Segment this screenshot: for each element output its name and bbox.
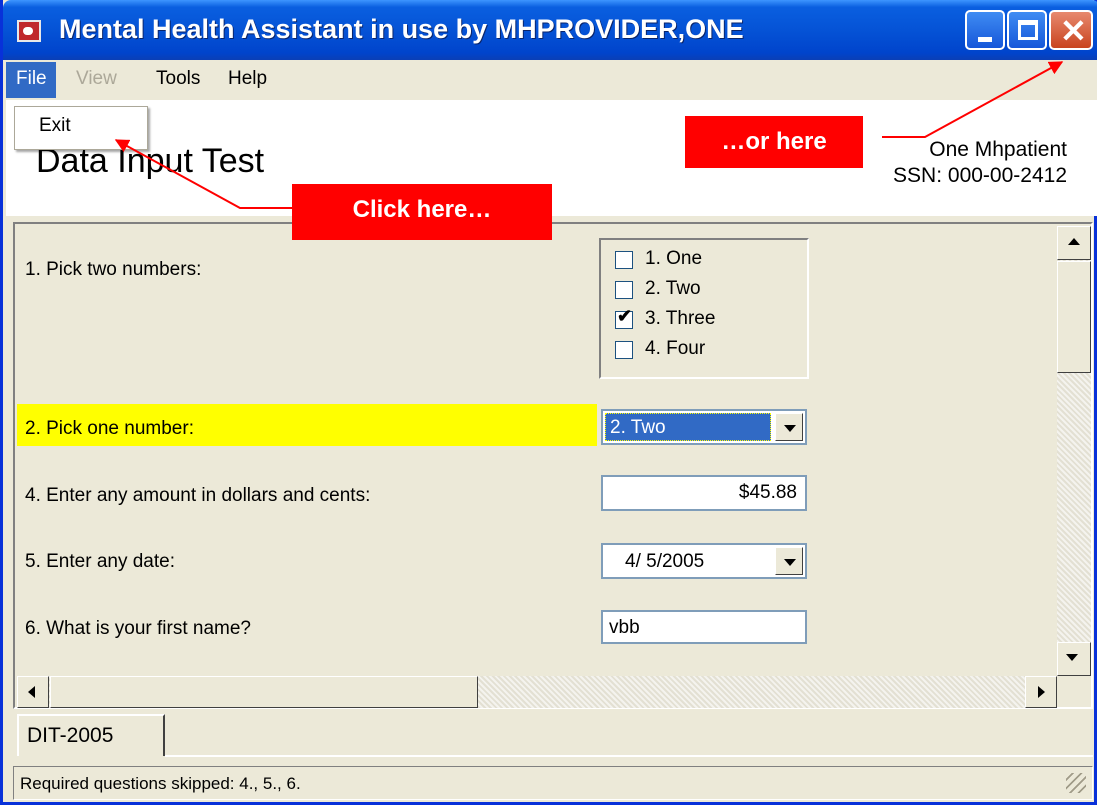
date-value: 4/ 5/2005 xyxy=(625,551,705,572)
date-picker[interactable]: 4/ 5/2005 xyxy=(601,543,807,579)
menu-help[interactable]: Help xyxy=(228,68,267,90)
chevron-down-icon xyxy=(1066,654,1078,661)
checkbox[interactable] xyxy=(615,251,633,269)
checkbox[interactable] xyxy=(615,281,633,299)
annotation-callout-or-here: …or here xyxy=(685,116,863,168)
checkbox[interactable] xyxy=(615,341,633,359)
number-select-value: 2. Two xyxy=(605,413,771,441)
tab-divider xyxy=(165,755,1093,757)
app-window: Mental Health Assistant in use by MHPROV… xyxy=(0,0,1097,805)
menu-item-exit[interactable]: Exit xyxy=(39,115,71,137)
resize-grip-icon[interactable] xyxy=(1066,773,1086,793)
chevron-left-icon xyxy=(28,686,35,698)
scroll-left-button[interactable] xyxy=(17,676,49,708)
file-menu-dropdown: Exit xyxy=(14,106,148,150)
option-label: 2. Two xyxy=(645,278,701,299)
question-5-label: 5. Enter any date: xyxy=(25,551,175,572)
tab-dit-2005[interactable]: DIT-2005 xyxy=(17,714,165,756)
question-4-label: 4. Enter any amount in dollars and cents… xyxy=(25,485,371,506)
close-button[interactable]: ✕ xyxy=(1049,10,1093,50)
question-1-label: 1. Pick two numbers: xyxy=(25,259,202,280)
amount-field[interactable]: $45.88 xyxy=(601,475,807,511)
option-label: 1. One xyxy=(645,248,703,269)
menu-bar: File View Tools Help xyxy=(6,60,1097,100)
app-icon[interactable] xyxy=(17,20,41,42)
annotation-callout-click-here: Click here… xyxy=(292,184,552,240)
horizontal-scroll-thumb[interactable] xyxy=(50,676,478,708)
chevron-right-icon xyxy=(1038,686,1045,698)
checkbox-checked[interactable]: ✔ xyxy=(615,306,633,329)
vertical-scrollbar[interactable] xyxy=(1057,226,1091,676)
maximize-icon xyxy=(1018,20,1038,40)
question-2-label: 2. Pick one number: xyxy=(25,418,194,439)
date-dropdown-button[interactable] xyxy=(775,547,803,575)
window-title: Mental Health Assistant in use by MHPROV… xyxy=(59,14,744,44)
menu-file[interactable]: File xyxy=(6,62,56,98)
option-label: 3. Three xyxy=(645,308,716,329)
dropdown-button[interactable] xyxy=(775,413,803,441)
title-bar[interactable]: Mental Health Assistant in use by MHPROV… xyxy=(3,0,1097,60)
menu-tools[interactable]: Tools xyxy=(156,68,200,90)
number-select[interactable]: 2. Two xyxy=(601,409,807,445)
scroll-down-button[interactable] xyxy=(1057,642,1091,676)
chevron-up-icon xyxy=(1068,238,1080,245)
maximize-button[interactable] xyxy=(1007,10,1047,50)
close-icon: ✕ xyxy=(1060,13,1087,49)
minimize-icon xyxy=(978,37,992,42)
status-bar: Required questions skipped: 4., 5., 6. xyxy=(13,766,1093,800)
minimize-button[interactable] xyxy=(965,10,1005,50)
horizontal-scrollbar[interactable] xyxy=(17,676,1057,708)
scroll-thumb[interactable] xyxy=(1057,261,1091,373)
chevron-down-icon xyxy=(784,559,796,566)
checkmark-icon: ✔ xyxy=(617,306,633,326)
menu-view[interactable]: View xyxy=(76,68,117,90)
status-text: Required questions skipped: 4., 5., 6. xyxy=(20,774,301,793)
first-name-field[interactable]: vbb xyxy=(601,610,807,644)
patient-ssn: SSN: 000-00-2412 xyxy=(893,164,1067,187)
option-label: 4. Four xyxy=(645,338,706,359)
scroll-up-button[interactable] xyxy=(1057,226,1091,260)
question-6-label: 6. What is your first name? xyxy=(25,618,251,639)
chevron-down-icon xyxy=(784,425,796,432)
scroll-right-button[interactable] xyxy=(1025,676,1057,708)
patient-name: One Mhpatient xyxy=(929,138,1067,161)
